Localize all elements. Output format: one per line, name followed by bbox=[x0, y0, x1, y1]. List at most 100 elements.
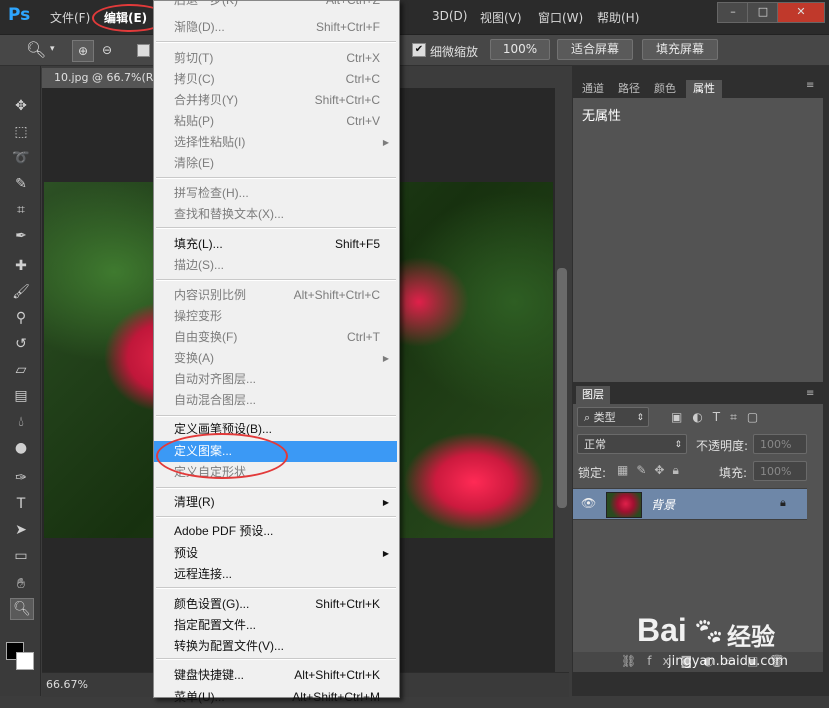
edit-menu-item[interactable]: 后退一步(K) Alt+Ctrl+Z bbox=[154, 0, 397, 11]
tab-layers[interactable]: 图层 bbox=[576, 386, 610, 404]
menu-3d[interactable]: 3D(D) bbox=[432, 9, 467, 23]
fill-label: 填充: bbox=[719, 466, 748, 480]
edit-menu-item[interactable]: 清理(R) ▶ bbox=[154, 492, 397, 513]
edit-menu-item[interactable]: 自动混合图层... bbox=[154, 390, 397, 411]
clone-stamp-tool-icon[interactable]: ⚲ bbox=[10, 308, 32, 328]
edit-menu-item[interactable]: 变换(A) ▶ bbox=[154, 348, 397, 369]
tab-properties[interactable]: 属性 bbox=[686, 80, 722, 98]
layer-filter-kind[interactable]: ⌕ 类型 ⇕ bbox=[577, 407, 649, 427]
background-color-swatch[interactable] bbox=[16, 652, 34, 670]
path-select-tool-icon[interactable]: ➤ bbox=[10, 520, 32, 540]
edit-menu-item[interactable]: 拼写检查(H)... bbox=[154, 183, 397, 204]
layers-panel-menu-icon[interactable]: ≡ bbox=[806, 388, 814, 399]
document-tab[interactable]: 10.jpg @ 66.7%(R bbox=[42, 68, 166, 88]
fill-field[interactable]: 100% bbox=[753, 461, 807, 481]
maximize-button[interactable]: □ bbox=[747, 2, 779, 23]
menu-item-shortcut: Shift+Ctrl+C bbox=[314, 93, 380, 107]
zoom-level-status[interactable]: 66.67% bbox=[46, 678, 88, 691]
layer-name[interactable]: 背景 bbox=[651, 496, 675, 513]
menu-item-label: 内容识别比例 bbox=[174, 288, 247, 302]
gradient-tool-icon[interactable]: ▤ bbox=[10, 386, 32, 406]
brush-tool-icon[interactable]: 🖌︎ bbox=[10, 282, 32, 302]
edit-menu-item[interactable]: 粘贴(P) Ctrl+V bbox=[154, 111, 397, 132]
tab-color[interactable]: 颜色 bbox=[648, 80, 682, 98]
fit-screen-button[interactable]: 适合屏幕 bbox=[557, 39, 633, 60]
panel-menu-icon[interactable]: ≡ bbox=[806, 80, 814, 91]
edit-menu-item[interactable]: 自由变换(F) Ctrl+T bbox=[154, 327, 397, 348]
fill-screen-button[interactable]: 填充屏幕 bbox=[642, 39, 718, 60]
edit-menu-item[interactable]: 远程连接... bbox=[154, 564, 397, 585]
zoom-tool-icon-selected[interactable]: 🔍︎ bbox=[10, 598, 34, 620]
edit-menu-item[interactable]: 操控变形 bbox=[154, 306, 397, 327]
menu-item-shortcut: Shift+Ctrl+F bbox=[315, 20, 380, 34]
zoom-tool-icon[interactable]: 🔍︎ bbox=[26, 40, 46, 59]
photoshop-logo: Ps bbox=[8, 5, 31, 25]
close-button[interactable]: ✕ bbox=[777, 2, 825, 23]
menu-item-shortcut: Alt+Shift+Ctrl+M bbox=[292, 690, 380, 704]
edit-menu-item[interactable]: 指定配置文件... bbox=[154, 615, 397, 636]
edit-menu-item[interactable]: 键盘快捷键... Alt+Shift+Ctrl+K bbox=[154, 665, 397, 686]
menu-item-shortcut: Alt+Ctrl+Z bbox=[325, 0, 380, 7]
eyedropper-tool-icon[interactable]: ✒ bbox=[10, 226, 32, 246]
edit-menu-item[interactable]: 颜色设置(G)... Shift+Ctrl+K bbox=[154, 594, 397, 615]
zoom-out-icon[interactable]: ⊖ bbox=[97, 40, 117, 60]
menu-help[interactable]: 帮助(H) bbox=[597, 9, 639, 26]
opacity-field[interactable]: 100% bbox=[753, 434, 807, 454]
healing-brush-tool-icon[interactable]: ✚ bbox=[10, 256, 32, 276]
edit-menu-item[interactable]: 菜单(U)... Alt+Shift+Ctrl+M bbox=[154, 687, 397, 708]
menu-window[interactable]: 窗口(W) bbox=[538, 9, 583, 26]
blend-mode-dropdown[interactable]: 正常 ⇕ bbox=[577, 434, 687, 454]
edit-menu-item[interactable]: 合并拷贝(Y) Shift+Ctrl+C bbox=[154, 90, 397, 111]
scrubby-zoom-checkbox[interactable]: ✔ bbox=[412, 43, 426, 57]
menu-item-label: 清除(E) bbox=[174, 156, 214, 170]
lasso-tool-icon[interactable]: ➰ bbox=[10, 148, 32, 168]
edit-menu-item[interactable]: 填充(L)... Shift+F5 bbox=[154, 234, 397, 255]
history-brush-tool-icon[interactable]: ↺ bbox=[10, 334, 32, 354]
zoom-100-button[interactable]: 100% bbox=[490, 39, 550, 60]
edit-menu-item[interactable]: 转换为配置文件(V)... bbox=[154, 636, 397, 657]
tool-preset-dropdown-icon[interactable]: ▾ bbox=[50, 44, 55, 54]
quick-select-tool-icon[interactable]: ✎ bbox=[10, 174, 32, 194]
edit-menu-item[interactable]: 自动对齐图层... bbox=[154, 369, 397, 390]
edit-menu-item[interactable]: 内容识别比例 Alt+Shift+Ctrl+C bbox=[154, 285, 397, 306]
minimize-button[interactable]: – bbox=[717, 2, 749, 23]
resize-windows-checkbox[interactable] bbox=[137, 44, 150, 57]
edit-menu-item[interactable]: 渐隐(D)... Shift+Ctrl+F bbox=[154, 17, 397, 38]
edit-menu-item[interactable]: 清除(E) bbox=[154, 153, 397, 174]
edit-menu-item[interactable]: 选择性粘贴(I) ▶ bbox=[154, 132, 397, 153]
edit-menu-item[interactable]: 拷贝(C) Ctrl+C bbox=[154, 69, 397, 90]
menu-view[interactable]: 视图(V) bbox=[480, 9, 522, 26]
pen-tool-icon[interactable]: ✑ bbox=[10, 468, 32, 488]
marquee-tool-icon[interactable]: ⬚ bbox=[10, 122, 32, 142]
zoom-in-icon[interactable]: ⊕ bbox=[72, 40, 94, 62]
move-tool-icon[interactable]: ✥ bbox=[10, 96, 32, 116]
layer-row-background[interactable]: 👁︎ 背景 🔒︎ bbox=[573, 488, 807, 520]
edit-menu-item[interactable]: 描边(S)... bbox=[154, 255, 397, 276]
crop-tool-icon[interactable]: ⌗ bbox=[10, 200, 32, 220]
rectangle-tool-icon[interactable]: ▭ bbox=[10, 546, 32, 566]
menu-item-shortcut: Ctrl+T bbox=[347, 330, 380, 344]
lock-label: 锁定: bbox=[578, 466, 607, 480]
menu-file[interactable]: 文件(F) bbox=[50, 9, 90, 26]
blur-tool-icon[interactable]: 💧︎ bbox=[10, 412, 32, 432]
edit-menu-item[interactable]: 查找和替换文本(X)... bbox=[154, 204, 397, 225]
watermark-brand-cn: 经验 bbox=[727, 623, 775, 651]
hand-tool-icon[interactable]: ✋︎ bbox=[10, 574, 32, 594]
scrubby-zoom-label: 细微缩放 bbox=[430, 45, 479, 59]
menu-item-shortcut: Alt+Shift+Ctrl+C bbox=[293, 288, 380, 302]
submenu-arrow-icon: ▶ bbox=[382, 354, 389, 363]
lock-icons[interactable]: ▦✎✥🔒︎ bbox=[617, 463, 687, 478]
edit-menu-item[interactable]: Adobe PDF 预设... bbox=[154, 521, 397, 542]
tab-channels[interactable]: 通道 bbox=[576, 80, 610, 98]
menu-item-shortcut: Shift+Ctrl+K bbox=[315, 597, 380, 611]
submenu-arrow-icon: ▶ bbox=[382, 498, 389, 507]
dodge-tool-icon[interactable]: ● bbox=[10, 438, 32, 458]
type-tool-icon[interactable]: T bbox=[10, 494, 32, 514]
eye-visibility-icon[interactable]: 👁︎ bbox=[581, 496, 596, 510]
edit-menu-item[interactable]: 剪切(T) Ctrl+X bbox=[154, 48, 397, 69]
scrollbar-thumb[interactable] bbox=[557, 268, 567, 508]
tab-paths[interactable]: 路径 bbox=[612, 80, 646, 98]
eraser-tool-icon[interactable]: ▱ bbox=[10, 360, 32, 380]
layer-filter-icons[interactable]: ▣◐T⌗▢ bbox=[671, 410, 768, 425]
edit-menu-item[interactable]: 预设 ▶ bbox=[154, 543, 397, 564]
